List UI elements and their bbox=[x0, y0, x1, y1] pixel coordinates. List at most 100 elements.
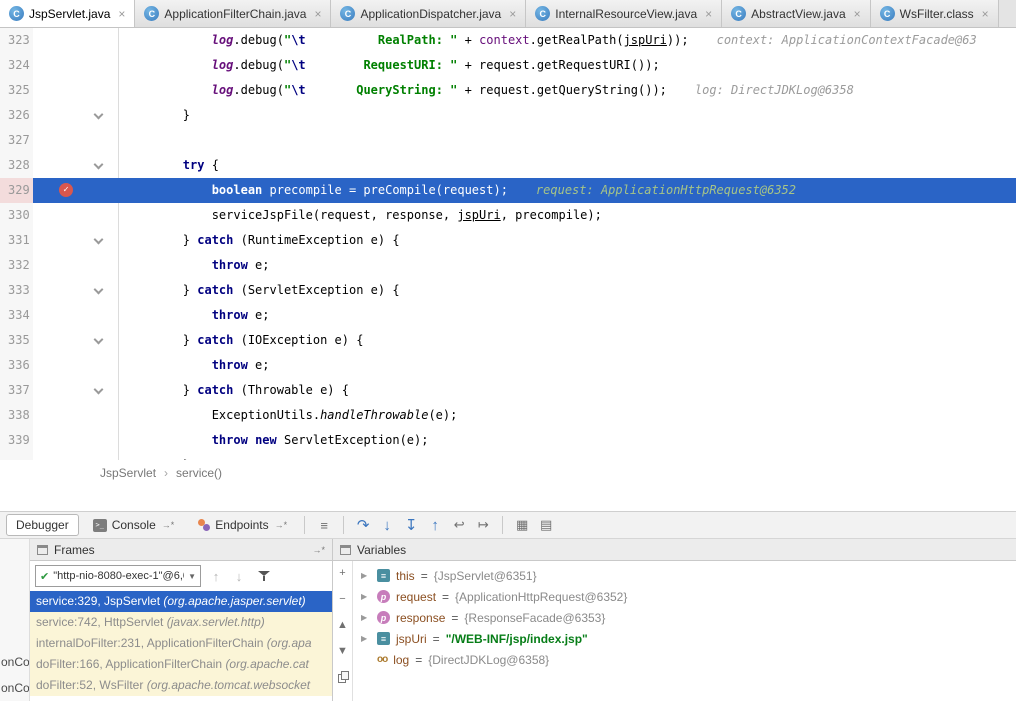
code-line: 332 throw e; bbox=[0, 253, 1016, 278]
fold-marker-icon[interactable] bbox=[94, 235, 104, 245]
remove-watch-button[interactable]: − bbox=[339, 593, 345, 606]
console-icon: >_ bbox=[93, 519, 107, 532]
layout-settings-icon[interactable]: ≡ bbox=[312, 518, 336, 533]
code-line-body[interactable]: } bbox=[33, 103, 1016, 128]
code-line-body[interactable]: throw e; bbox=[33, 303, 1016, 328]
move-watch-down-button[interactable]: ▼ bbox=[337, 645, 348, 658]
expand-arrow-icon[interactable]: ▶ bbox=[361, 592, 371, 601]
editor-tab[interactable]: CApplicationDispatcher.java× bbox=[331, 0, 526, 27]
code-text: throw e; bbox=[125, 258, 270, 272]
fold-marker-icon[interactable] bbox=[94, 110, 104, 120]
thread-dropdown[interactable]: ✔ "http-nio-8080-exec-1"@6,0... ▼ bbox=[35, 565, 201, 587]
code-line-body[interactable]: throw e; bbox=[33, 353, 1016, 378]
debug-tab-endpoints[interactable]: Endpoints→* bbox=[188, 514, 297, 536]
fold-marker-icon[interactable] bbox=[94, 385, 104, 395]
line-number: 338 bbox=[0, 403, 33, 428]
duplicate-watch-button[interactable] bbox=[338, 671, 348, 684]
run-to-cursor-button[interactable]: ↦ bbox=[471, 517, 495, 533]
step-into-button[interactable]: ↓ bbox=[375, 517, 399, 534]
chevron-down-icon: ▼ bbox=[188, 572, 196, 581]
code-line-body[interactable]: throw e; bbox=[33, 253, 1016, 278]
line-number: 332 bbox=[0, 253, 33, 278]
code-line: 335 } catch (IOException e) { bbox=[0, 328, 1016, 353]
debug-actions: ≡ ↷↓↧↑↩↦ ▦▤ bbox=[312, 516, 558, 534]
debug-tab-debugger[interactable]: Debugger bbox=[6, 514, 79, 536]
code-line-body[interactable]: throw new ServletException(e); bbox=[33, 428, 1016, 453]
line-number: 335 bbox=[0, 328, 33, 353]
code-editor[interactable]: 323 log.debug("\t RealPath: " + context.… bbox=[0, 28, 1016, 460]
add-watch-button[interactable]: + bbox=[339, 567, 345, 580]
stack-frame-row[interactable]: doFilter:52, WsFilter (org.apache.tomcat… bbox=[30, 675, 332, 696]
inline-debugger-hint: request: ApplicationHttpRequest@6352 bbox=[536, 183, 796, 197]
code-line-body[interactable]: } catch (RuntimeException e) { bbox=[33, 228, 1016, 253]
editor-tab[interactable]: CWsFilter.class× bbox=[871, 0, 999, 27]
breadcrumb-item[interactable]: service() bbox=[176, 466, 222, 480]
tab-close-icon[interactable]: × bbox=[705, 7, 712, 21]
hide-library-frames-filter-icon[interactable] bbox=[258, 570, 270, 582]
move-watch-up-button[interactable]: ▲ bbox=[337, 619, 348, 632]
stack-frame-row[interactable]: service:742, HttpServlet (javax.servlet.… bbox=[30, 612, 332, 633]
breadcrumb-separator: › bbox=[164, 466, 168, 480]
code-line-body[interactable]: try { bbox=[33, 153, 1016, 178]
java-class-icon: C bbox=[880, 6, 895, 21]
code-line-body[interactable]: ✓ boolean precompile = preCompile(reques… bbox=[33, 178, 1016, 203]
tab-close-icon[interactable]: × bbox=[118, 7, 125, 21]
code-line-body[interactable]: log.debug("\t QueryString: " + request.g… bbox=[33, 78, 1016, 103]
tab-close-icon[interactable]: × bbox=[982, 7, 989, 21]
fold-marker-icon[interactable] bbox=[94, 285, 104, 295]
variable-row[interactable]: ▶≡jspUri="/WEB-INF/jsp/index.jsp" bbox=[353, 628, 1016, 649]
expand-arrow-icon[interactable]: ▶ bbox=[361, 571, 371, 580]
next-frame-button[interactable]: ↓ bbox=[231, 569, 247, 584]
variable-row[interactable]: ▶presponse={ResponseFacade@6353} bbox=[353, 607, 1016, 628]
code-line-body[interactable]: log.debug("\t RequestURI: " + request.ge… bbox=[33, 53, 1016, 78]
variable-row[interactable]: ▶≡this={JspServlet@6351} bbox=[353, 565, 1016, 586]
variable-row[interactable]: oolog={DirectJDKLog@6358} bbox=[353, 649, 1016, 670]
breakpoint-icon[interactable]: ✓ bbox=[59, 183, 73, 197]
stack-frame-row[interactable]: internalDoFilter:231, ApplicationFilterC… bbox=[30, 633, 332, 654]
variable-row[interactable]: ▶prequest={ApplicationHttpRequest@6352} bbox=[353, 586, 1016, 607]
code-text: throw e; bbox=[125, 308, 270, 322]
code-line-body[interactable]: log.debug("\t RealPath: " + context.getR… bbox=[33, 28, 1016, 53]
editor-tab[interactable]: CJspServlet.java× bbox=[0, 0, 135, 27]
stack-frame-row[interactable]: service:329, JspServlet (org.apache.jasp… bbox=[30, 591, 332, 612]
fold-marker-icon[interactable] bbox=[94, 160, 104, 170]
frames-jump-icon[interactable]: →* bbox=[312, 545, 325, 555]
fold-marker-icon[interactable] bbox=[94, 335, 104, 345]
line-number: 324 bbox=[0, 53, 33, 78]
code-line-body[interactable]: } bbox=[33, 453, 1016, 460]
tab-close-icon[interactable]: × bbox=[509, 7, 516, 21]
evaluate-expression-button[interactable]: ▦ bbox=[510, 517, 534, 533]
code-text: } catch (RuntimeException e) { bbox=[125, 233, 400, 247]
step-out-button[interactable]: ↑ bbox=[423, 517, 447, 534]
tab-close-icon[interactable]: × bbox=[314, 7, 321, 21]
variable-value: {ResponseFacade@6353} bbox=[464, 611, 605, 625]
line-number: 323 bbox=[0, 28, 33, 53]
code-text: serviceJspFile(request, response, jspUri… bbox=[125, 208, 602, 222]
code-line: 329✓ boolean precompile = preCompile(req… bbox=[0, 178, 1016, 203]
code-line-body[interactable]: } catch (Throwable e) { bbox=[33, 378, 1016, 403]
stack-frame-row[interactable]: doFilter:166, ApplicationFilterChain (or… bbox=[30, 654, 332, 675]
code-line-body[interactable]: } catch (IOException e) { bbox=[33, 328, 1016, 353]
breadcrumb-item[interactable]: JspServlet bbox=[100, 466, 156, 480]
editor-tab[interactable]: CApplicationFilterChain.java× bbox=[135, 0, 331, 27]
equals-sign: = bbox=[433, 632, 440, 646]
code-line: 325 log.debug("\t QueryString: " + reque… bbox=[0, 78, 1016, 103]
code-line-body[interactable]: } catch (ServletException e) { bbox=[33, 278, 1016, 303]
step-over-button[interactable]: ↷ bbox=[351, 516, 375, 534]
layout-options-button[interactable]: ▤ bbox=[534, 517, 558, 533]
line-number: 329 bbox=[0, 178, 33, 203]
equals-sign: = bbox=[421, 569, 428, 583]
frame-location: internalDoFilter:231, ApplicationFilterC… bbox=[36, 636, 267, 650]
editor-tab[interactable]: CAbstractView.java× bbox=[722, 0, 871, 27]
code-line-body[interactable]: serviceJspFile(request, response, jspUri… bbox=[33, 203, 1016, 228]
expand-arrow-icon[interactable]: ▶ bbox=[361, 634, 371, 643]
expand-arrow-icon[interactable]: ▶ bbox=[361, 613, 371, 622]
debug-tab-console[interactable]: >_Console→* bbox=[83, 514, 185, 536]
drop-frame-button[interactable]: ↩ bbox=[447, 517, 471, 533]
code-line-body[interactable] bbox=[33, 128, 1016, 153]
tab-close-icon[interactable]: × bbox=[854, 7, 861, 21]
force-step-into-button[interactable]: ↧ bbox=[399, 516, 423, 534]
previous-frame-button[interactable]: ↑ bbox=[208, 569, 224, 584]
code-line-body[interactable]: ExceptionUtils.handleThrowable(e); bbox=[33, 403, 1016, 428]
editor-tab[interactable]: CInternalResourceView.java× bbox=[526, 0, 722, 27]
